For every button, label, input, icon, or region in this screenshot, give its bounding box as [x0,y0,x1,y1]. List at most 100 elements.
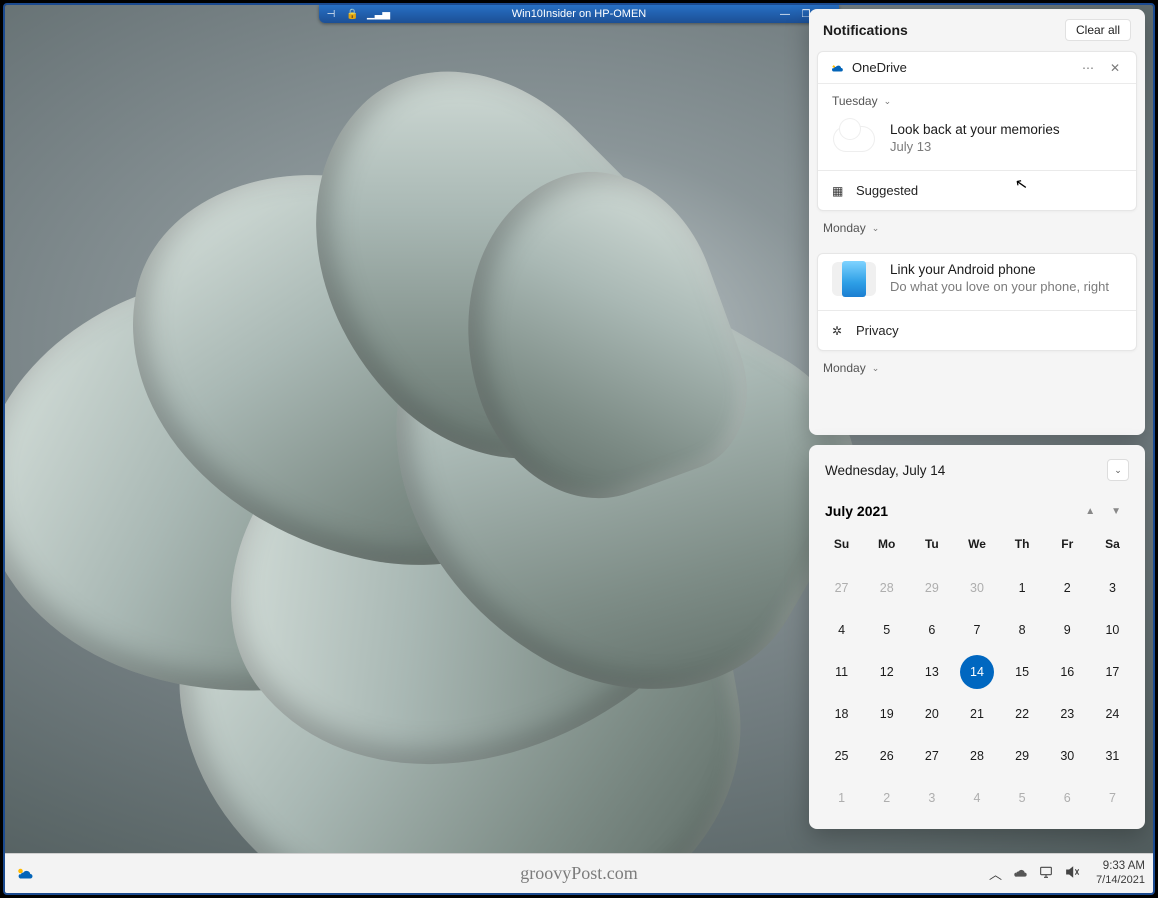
calendar-day[interactable]: 22 [1000,697,1045,731]
calendar-day[interactable]: 2 [864,781,909,815]
calendar-dow: Su [819,529,864,563]
chevron-down-icon: ⌄ [884,96,892,107]
minimize-icon[interactable]: — [779,9,791,20]
day-group-label: Monday [823,221,866,235]
calendar-full-date: Wednesday, July 14 [825,463,945,478]
calendar-day[interactable]: 20 [909,697,954,731]
notification-item[interactable]: Look back at your memories July 13 [818,114,1136,170]
prev-month-button[interactable]: ▲ [1077,506,1103,517]
calendar-day[interactable]: 30 [954,571,999,605]
calendar-day[interactable]: 10 [1090,613,1135,647]
calendar-day[interactable]: 5 [1000,781,1045,815]
network-tray-icon[interactable] [1038,864,1054,883]
notification-subtitle: July 13 [890,139,1060,154]
remote-title: Win10Insider on HP-OMEN [379,8,779,20]
clock-time: 9:33 AM [1096,860,1145,874]
calendar-panel: Wednesday, July 14 ⌄ July 2021 ▲ ▼ SuMoT… [809,445,1145,829]
notification-day-group[interactable]: Tuesday ⌄ [818,84,1136,114]
taskbar-app-icon[interactable] [13,862,37,886]
watermark-text: groovyPost.com [520,863,638,884]
calendar-day[interactable]: 6 [909,613,954,647]
day-group-label: Monday [823,361,866,375]
calendar-day[interactable]: 1 [1000,571,1045,605]
calendar-day[interactable]: 30 [1045,739,1090,773]
dismiss-notification-icon[interactable]: ✕ [1106,61,1124,75]
calendar-day[interactable]: 5 [864,613,909,647]
calendar-day[interactable]: 29 [909,571,954,605]
pin-icon[interactable]: ⊣ [325,9,337,20]
calendar-day[interactable]: 19 [864,697,909,731]
notification-item[interactable]: Link your Android phone Do what you love… [818,254,1136,310]
calendar-dow: Th [1000,529,1045,563]
calendar-day[interactable]: 7 [954,613,999,647]
calendar-day[interactable]: 3 [909,781,954,815]
calendar-day[interactable]: 9 [1045,613,1090,647]
calendar-day[interactable]: 1 [819,781,864,815]
calendar-day[interactable]: 6 [1045,781,1090,815]
calendar-day[interactable]: 27 [819,571,864,605]
chevron-down-icon: ⌄ [872,363,880,374]
calendar-day[interactable]: 28 [954,739,999,773]
calendar-day[interactable]: 2 [1045,571,1090,605]
calendar-day[interactable]: 16 [1045,655,1090,689]
clear-all-button[interactable]: Clear all [1065,19,1131,41]
notification-day-group[interactable]: Monday ⌄ [809,211,1145,245]
calendar-day[interactable]: 3 [1090,571,1135,605]
chevron-down-icon: ⌄ [872,223,880,234]
suggested-section[interactable]: ▦ Suggested [818,170,1136,210]
notification-card-yourphone: Link your Android phone Do what you love… [817,253,1137,351]
onedrive-tray-icon[interactable] [1012,864,1028,883]
calendar-day[interactable]: 4 [819,613,864,647]
more-icon[interactable]: ⋯ [1078,61,1098,75]
calendar-day[interactable]: 7 [1090,781,1135,815]
suggested-label: Suggested [856,183,918,198]
calendar-day[interactable]: 21 [954,697,999,731]
taskbar: groovyPost.com ︿ 9:33 AM 7/14/2021 [5,853,1153,893]
calendar-day[interactable]: 26 [864,739,909,773]
calendar-day[interactable]: 31 [1090,739,1135,773]
calendar-day[interactable]: 4 [954,781,999,815]
calendar-day[interactable]: 13 [909,655,954,689]
day-group-label: Tuesday [832,94,878,108]
notification-title: Look back at your memories [890,122,1060,137]
calendar-day[interactable]: 17 [1090,655,1135,689]
calendar-day[interactable]: 12 [864,655,909,689]
calendar-dow: Sa [1090,529,1135,563]
notification-subtitle: Do what you love on your phone, right [890,279,1109,294]
calendar-day[interactable]: 8 [1000,613,1045,647]
calendar-dow: We [954,529,999,563]
onedrive-icon [830,61,844,75]
notification-day-group[interactable]: Monday ⌄ [809,351,1145,385]
calendar-dow: Fr [1045,529,1090,563]
calendar-day[interactable]: 18 [819,697,864,731]
taskbar-clock[interactable]: 9:33 AM 7/14/2021 [1090,860,1145,887]
remote-connection-bar: ⊣ 🔒 ▁▃▅ Win10Insider on HP-OMEN — ❐ ✕ [319,5,839,23]
gear-icon: ✲ [832,324,846,338]
calendar-day[interactable]: 15 [1000,655,1045,689]
calendar-day[interactable]: 23 [1045,697,1090,731]
notifications-panel: Notifications Clear all OneDrive ⋯ ✕ Tue… [809,9,1145,435]
calendar-day[interactable]: 24 [1090,697,1135,731]
calendar-day[interactable]: 25 [819,739,864,773]
notifications-title: Notifications [823,22,908,38]
notification-app-name: OneDrive [852,60,1070,75]
calendar-day[interactable]: 11 [819,655,864,689]
system-tray: ︿ 9:33 AM 7/14/2021 [989,860,1145,887]
calendar-day[interactable]: 29 [1000,739,1045,773]
suggested-icon: ▦ [832,184,846,198]
privacy-section[interactable]: ✲ Privacy [818,310,1136,350]
calendar-day[interactable]: 14 [960,655,994,689]
clock-date: 7/14/2021 [1096,874,1145,887]
calendar-day[interactable]: 27 [909,739,954,773]
privacy-label: Privacy [856,323,899,338]
signal-icon: ▁▃▅ [367,9,379,20]
collapse-calendar-button[interactable]: ⌄ [1107,459,1129,481]
next-month-button[interactable]: ▼ [1103,506,1129,517]
lock-icon[interactable]: 🔒 [346,9,358,20]
volume-tray-icon[interactable] [1064,864,1080,883]
cloud-icon [832,122,876,156]
tray-overflow-icon[interactable]: ︿ [989,864,1002,883]
calendar-day[interactable]: 28 [864,571,909,605]
calendar-month-label[interactable]: July 2021 [825,503,1077,519]
calendar-dow: Tu [909,529,954,563]
